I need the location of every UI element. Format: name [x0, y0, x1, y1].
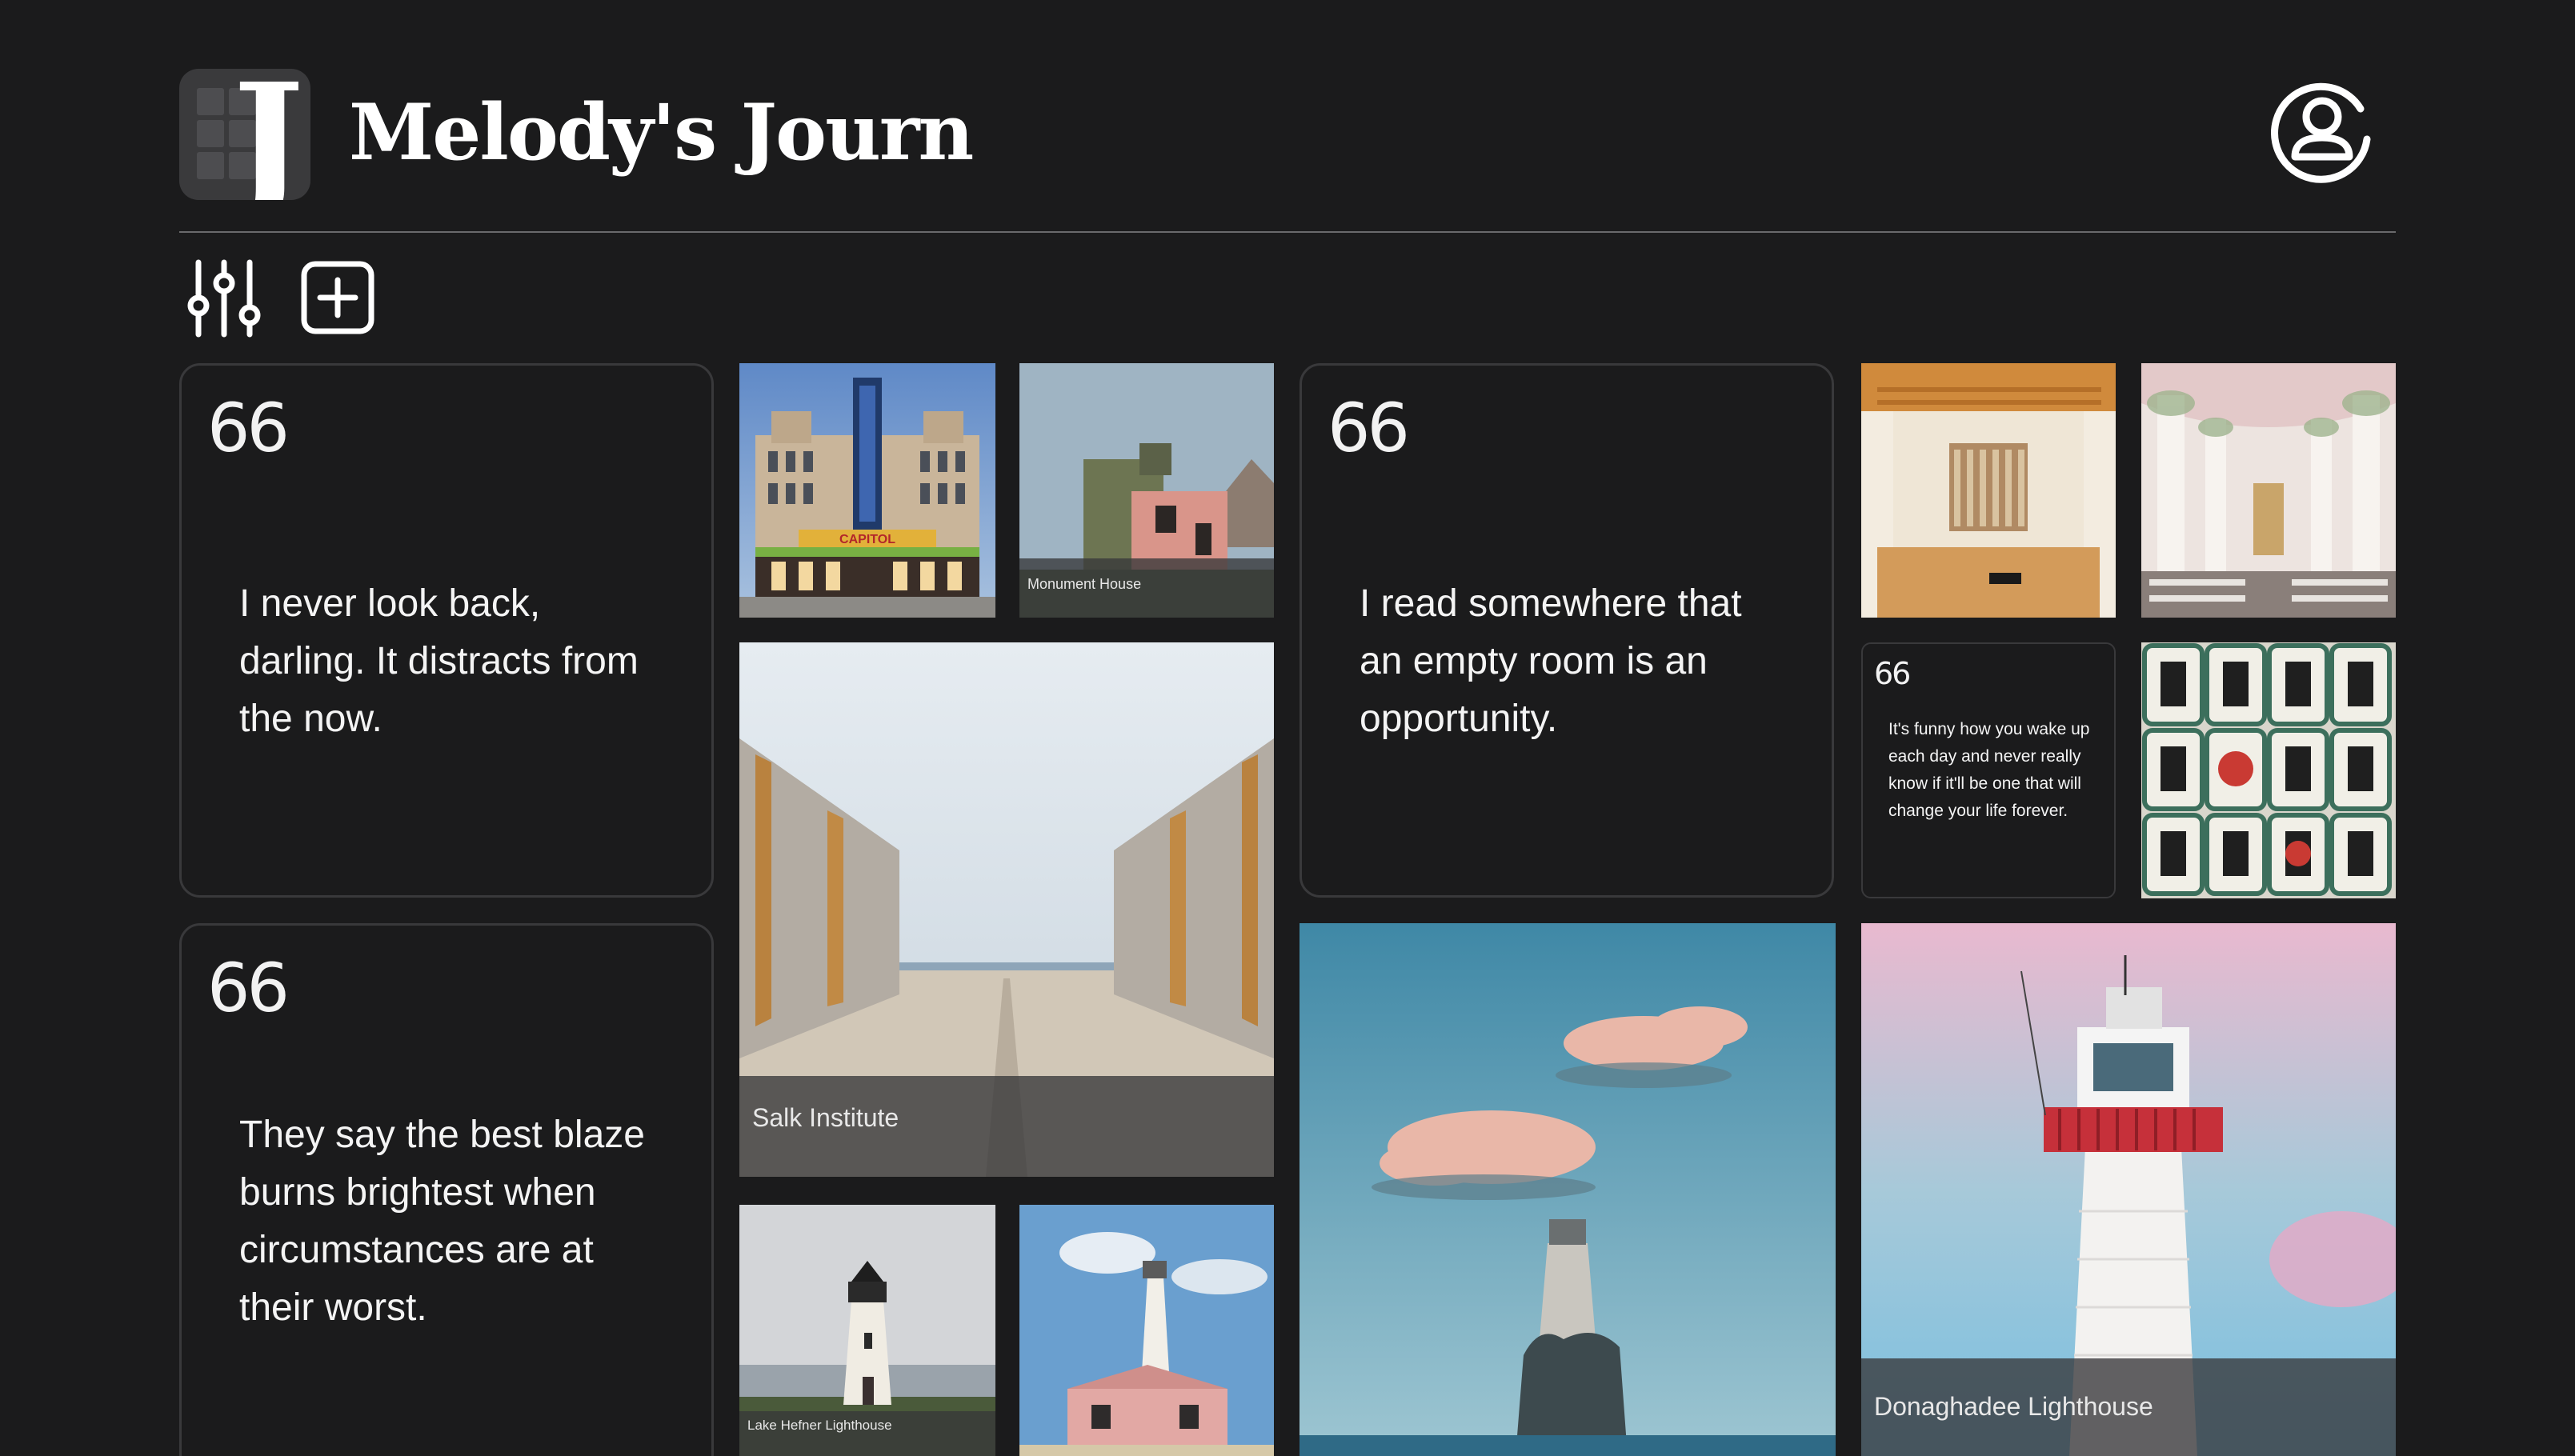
capitol-theatre-image: CAPITOL	[739, 363, 995, 618]
sake-barrels-image	[2141, 642, 2396, 898]
photo-capitol-theatre[interactable]: CAPITOL	[739, 363, 995, 618]
quote-text: It's funny how you wake up each day and …	[1888, 720, 2090, 820]
photo-lighthouse-rock[interactable]	[1300, 923, 1836, 1456]
photo-church-interior[interactable]	[2141, 363, 2396, 618]
quote-text: I never look back, darling. It distracts…	[239, 582, 639, 740]
quote-card[interactable]: 66 It's funny how you wake up each day a…	[1861, 642, 2116, 898]
header-divider	[179, 231, 2396, 233]
photo-caption: Monument House	[1027, 576, 1142, 592]
photo-sake-barrels[interactable]	[2141, 642, 2396, 898]
photo-monument-house[interactable]: Monument House	[1019, 363, 1274, 618]
photo-caption: Salk Institute	[752, 1103, 899, 1132]
logo-letter: J	[233, 69, 304, 200]
add-entry-button[interactable]	[298, 256, 378, 339]
photo-salk-institute[interactable]: Salk Institute	[739, 642, 1274, 1177]
quote-mark-icon: 66	[207, 949, 290, 1027]
quote-mark-icon: 66	[1874, 656, 1911, 691]
quote-card[interactable]: 66 They say the best blaze burns brighte…	[179, 923, 714, 1456]
user-circle-icon	[2271, 82, 2371, 183]
marquee-sign: CAPITOL	[839, 533, 895, 546]
church-interior-image	[2141, 363, 2396, 618]
photo-lake-hefner-lighthouse[interactable]: Lake Hefner Lighthouse	[739, 1205, 995, 1456]
lighthouse-rock-image	[1300, 923, 1836, 1456]
concert-hall-image	[1861, 363, 2116, 618]
sliders-icon	[187, 259, 261, 338]
quote-text: They say the best blaze burns brightest …	[239, 1114, 645, 1329]
quote-text: I read somewhere that an empty room is a…	[1360, 582, 1742, 740]
quote-mark-icon: 66	[1328, 389, 1410, 467]
lighthouse-pink-house-image	[1019, 1205, 1274, 1456]
photo-caption: Lake Hefner Lighthouse	[747, 1418, 892, 1433]
filter-button[interactable]	[186, 256, 266, 339]
photo-concert-hall[interactable]	[1861, 363, 2116, 618]
photo-lighthouse-pink-house[interactable]	[1019, 1205, 1274, 1456]
app-logo[interactable]: J	[179, 69, 310, 200]
photo-donaghadee-lighthouse[interactable]: Donaghadee Lighthouse	[1861, 923, 2396, 1456]
profile-button[interactable]	[2266, 72, 2378, 184]
quote-card[interactable]: 66 I read somewhere that an empty room i…	[1300, 363, 1834, 898]
quote-mark-icon: 66	[207, 389, 290, 467]
plus-square-icon	[301, 261, 374, 334]
quote-card[interactable]: 66 I never look back, darling. It distra…	[179, 363, 714, 898]
app-title: Melody's Journ	[349, 87, 974, 178]
photo-caption: Donaghadee Lighthouse	[1874, 1392, 2153, 1421]
journal-app: J Melody's Journ 66 I never look back, d…	[0, 0, 2575, 1456]
